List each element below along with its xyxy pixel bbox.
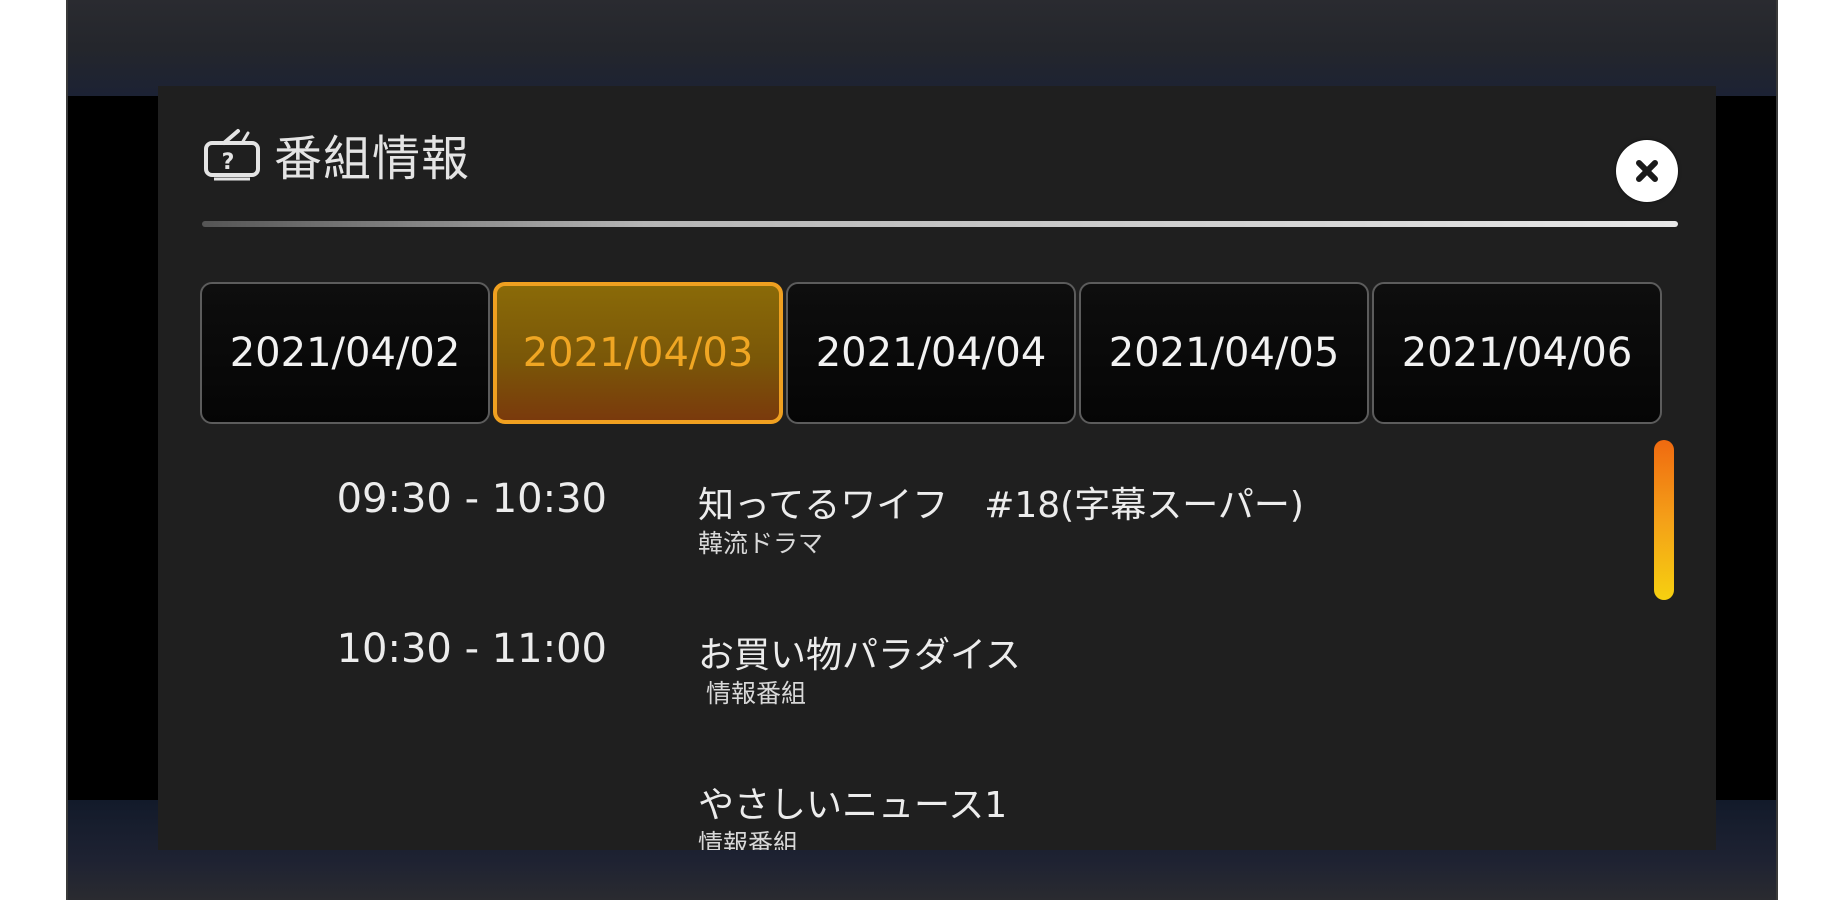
program-item[interactable]: 10:30 - 11:00 お買い物パラダイス 情報番組 bbox=[158, 626, 1558, 746]
tv-screen: ? 番組情報 2021/04/02 2021/04/03 2021/04/04 … bbox=[66, 0, 1778, 900]
program-title: お買い物パラダイス bbox=[698, 635, 1021, 676]
dialog-title: 番組情報 bbox=[274, 131, 471, 187]
screen-top-band bbox=[68, 0, 1776, 96]
dialog-header: ? 番組情報 bbox=[202, 126, 470, 187]
scrollbar-thumb[interactable] bbox=[1654, 440, 1674, 600]
date-tabs: 2021/04/02 2021/04/03 2021/04/04 2021/04… bbox=[200, 282, 1665, 424]
svg-text:?: ? bbox=[222, 150, 235, 175]
program-title: やさしいニュース1 bbox=[698, 785, 1008, 826]
program-genre: 情報番組 bbox=[698, 829, 799, 850]
date-tab[interactable]: 2021/04/04 bbox=[786, 282, 1076, 424]
program-item[interactable]: 09:30 - 10:30 知ってるワイフ #18(字幕スーパー) 韓流ドラマ bbox=[158, 476, 1558, 596]
program-genre: 情報番組 bbox=[706, 679, 807, 708]
date-tab-selected[interactable]: 2021/04/03 bbox=[493, 282, 783, 424]
program-time: 09:30 - 10:30 bbox=[336, 476, 607, 522]
header-divider bbox=[202, 221, 1678, 227]
close-icon bbox=[1636, 160, 1658, 182]
date-tab[interactable]: 2021/04/06 bbox=[1372, 282, 1662, 424]
program-time: 10:30 - 11:00 bbox=[336, 626, 607, 672]
program-info-dialog: ? 番組情報 2021/04/02 2021/04/03 2021/04/04 … bbox=[158, 86, 1716, 850]
program-title: 知ってるワイフ #18(字幕スーパー) bbox=[698, 485, 1304, 526]
close-button[interactable] bbox=[1616, 140, 1678, 202]
tv-question-icon: ? bbox=[204, 129, 260, 181]
date-tab[interactable]: 2021/04/02 bbox=[200, 282, 490, 424]
program-genre: 韓流ドラマ bbox=[698, 529, 824, 558]
program-item[interactable]: やさしいニュース1 情報番組 bbox=[158, 776, 1558, 850]
date-tab[interactable]: 2021/04/05 bbox=[1079, 282, 1369, 424]
